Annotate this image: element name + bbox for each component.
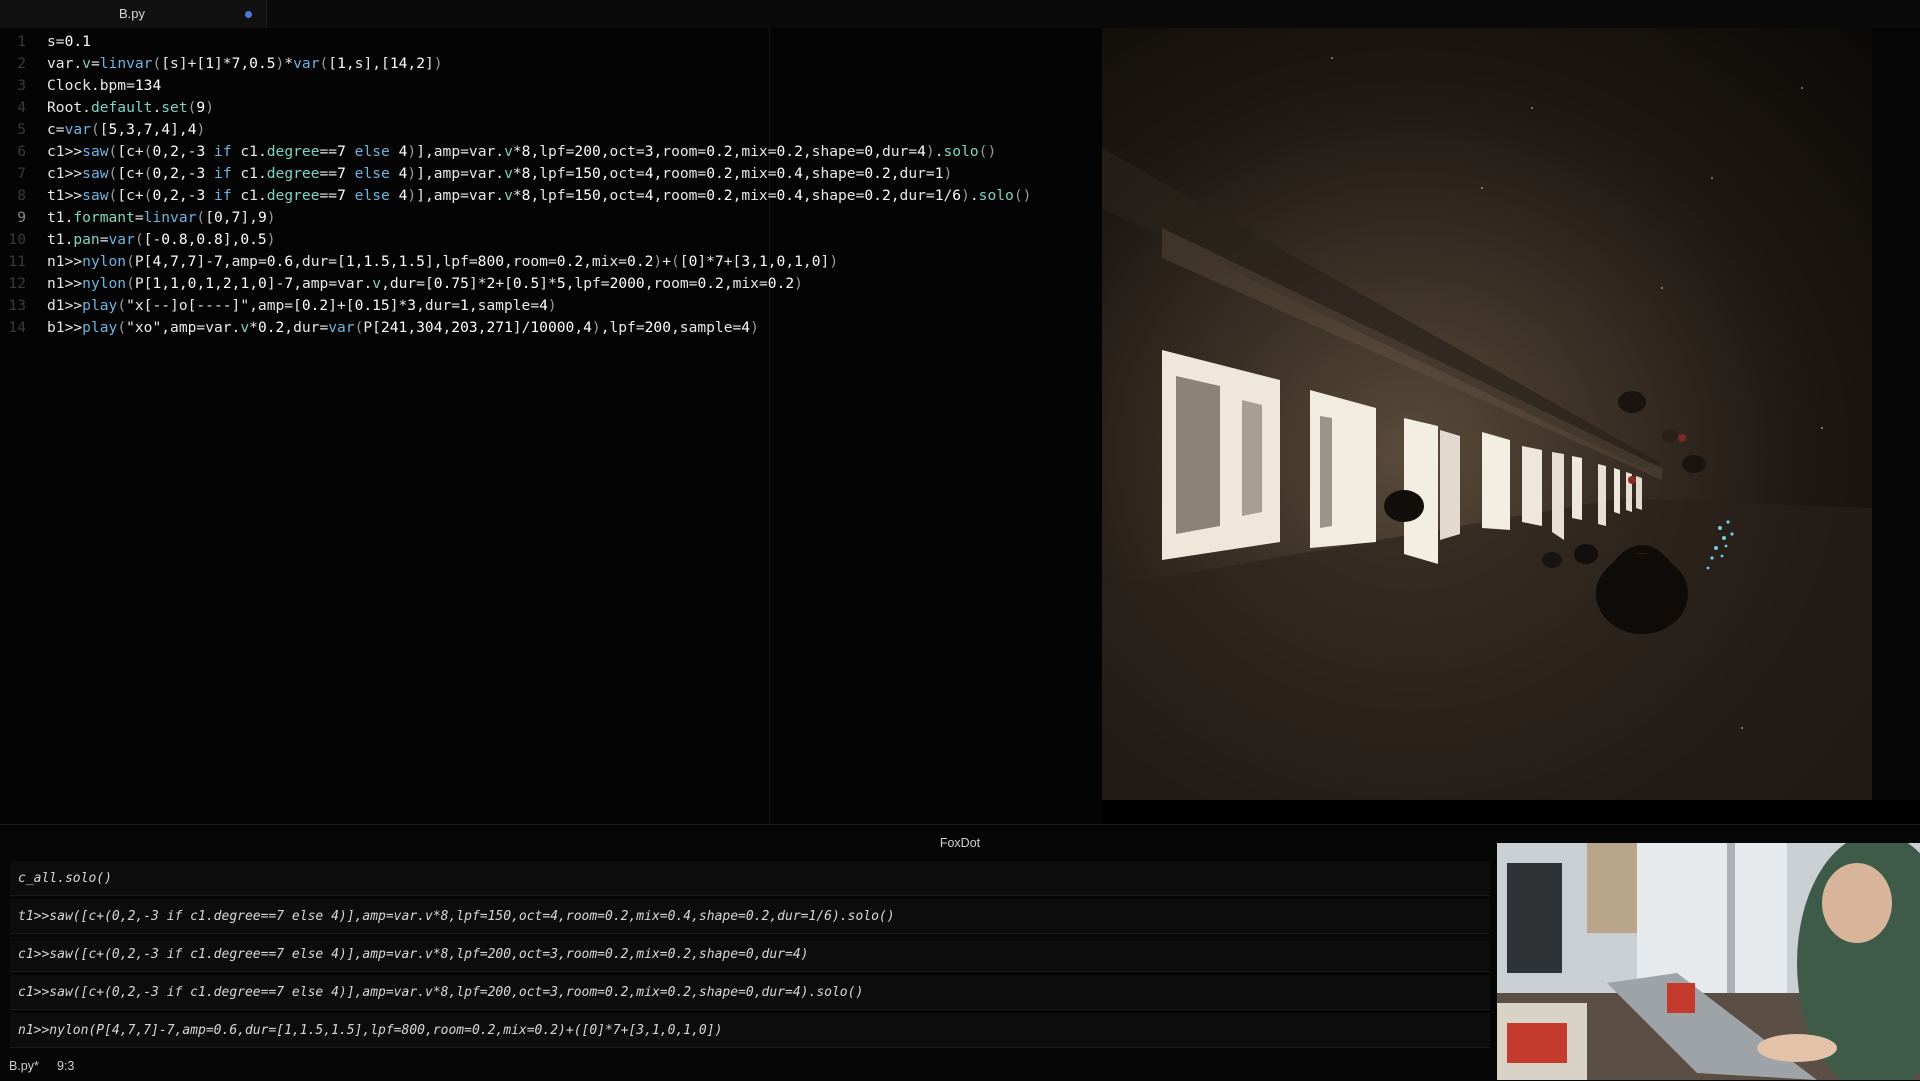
code-text[interactable]: c1>>saw([c+(0,2,-3 if c1.degree==7 else … [47,141,996,163]
line-number: 5 [17,121,26,138]
console-line-text: n1>>nylon(P[4,7,7]-7,amp=0.6,dur=[1,1.5,… [18,1023,723,1038]
code-text[interactable]: n1>>nylon(P[4,7,7]-7,amp=0.6,dur=[1,1.5,… [47,251,838,273]
code-text[interactable]: b1>>play("xo",amp=var.v*0.2,dur=var(P[24… [47,317,759,339]
code-text[interactable]: var.v=linvar([s]+[1]*7,0.5)*var([1,s],[1… [47,53,443,75]
webcam-overlay [1497,843,1920,1080]
code-editor[interactable]: 1 s=0.1 2 var.v=linvar([s]+[1]*7,0.5)*var([… [0,28,1102,824]
line-number: 13 [8,297,26,314]
console-line: c_all.solo() [10,861,1490,896]
code-line[interactable]: 2 var.v=linvar([s]+[1]*7,0.5)*var([1,s],[… [0,53,1100,75]
unsaved-dot-icon [245,11,252,18]
console-line: c1>>saw([c+(0,2,-3 if c1.degree==7 else … [10,937,1490,972]
line-number: 1 [17,33,26,50]
console-line-text: c_all.solo() [18,871,112,886]
console-line-text: c1>>saw([c+(0,2,-3 if c1.degree==7 else … [18,985,864,1000]
code-line[interactable]: 1 s=0.1 [0,31,1100,53]
console-line: t1>>saw([c+(0,2,-3 if c1.degree==7 else … [10,899,1490,934]
code-line[interactable]: 4 Root.default.set(9) [0,97,1100,119]
status-bar: B.py* 9:3 [0,1054,1497,1080]
code-text[interactable]: s=0.1 [47,31,91,53]
line-number: 12 [8,275,26,292]
code-line[interactable]: 5 c=var([5,3,7,4],4) [0,119,1100,141]
line-number: 3 [17,77,26,94]
viewport-margin [1872,28,1920,800]
code-line[interactable]: 9 t1.formant=linvar([0,7],9) [0,207,1100,229]
code-line[interactable]: 13 d1>>play("x[--]o[----]",amp=[0.2]+[0.1… [0,295,1100,317]
line-number: 2 [17,55,26,72]
code-line[interactable]: 12 n1>>nylon(P[1,1,0,1,2,1,0]-7,amp=var.v… [0,273,1100,295]
code-line[interactable]: 6 c1>>saw([c+(0,2,-3 if c1.degree==7 else… [0,141,1100,163]
code-text[interactable]: c=var([5,3,7,4],4) [47,119,205,141]
code-line[interactable]: 11 n1>>nylon(P[4,7,7]-7,amp=0.6,dur=[1,1.… [0,251,1100,273]
console-line: n1>>nylon(P[4,7,7]-7,amp=0.6,dur=[1,1.5,… [10,1013,1490,1048]
visualization-viewport [1102,28,1872,800]
code-line[interactable]: 14 b1>>play("xo",amp=var.v*0.2,dur=var(P[… [0,317,1100,339]
tab-bar: B.py [0,0,1920,28]
line-number: 6 [17,143,26,160]
code-text[interactable]: c1>>saw([c+(0,2,-3 if c1.degree==7 else … [47,163,952,185]
console-line: c1>>saw([c+(0,2,-3 if c1.degree==7 else … [10,975,1490,1010]
line-number: 7 [17,165,26,182]
code-line[interactable]: 8 t1>>saw([c+(0,2,-3 if c1.degree==7 else… [0,185,1100,207]
code-text[interactable]: n1>>nylon(P[1,1,0,1,2,1,0]-7,amp=var.v,d… [47,273,803,295]
code-text[interactable]: d1>>play("x[--]o[----]",amp=[0.2]+[0.15]… [47,295,557,317]
console-line-text: t1>>saw([c+(0,2,-3 if c1.degree==7 else … [18,909,895,924]
status-filename: B.py* [9,1059,39,1073]
code-text[interactable]: Clock.bpm=134 [47,75,161,97]
line-number: 9 [17,209,26,226]
code-text[interactable]: t1.formant=linvar([0,7],9) [47,207,276,229]
corridor-scene [1102,57,1872,800]
code-text[interactable]: Root.default.set(9) [47,97,214,119]
console-line-text: c1>>saw([c+(0,2,-3 if c1.degree==7 else … [18,947,809,962]
line-number: 10 [8,231,26,248]
code-line[interactable]: 3 Clock.bpm=134 [0,75,1100,97]
status-cursor-position: 9:3 [57,1059,75,1073]
code-line[interactable]: 7 c1>>saw([c+(0,2,-3 if c1.degree==7 else… [0,163,1100,185]
tab-label: B.py [119,6,146,21]
line-number: 14 [8,319,26,336]
line-number: 4 [17,99,26,116]
code-text[interactable]: t1.pan=var([-0.8,0.8],0.5) [47,229,276,251]
tab-b-py[interactable]: B.py [0,0,267,28]
line-number: 11 [8,253,26,270]
webcam-feed-image [1497,843,1920,1080]
code-text[interactable]: t1>>saw([c+(0,2,-3 if c1.degree==7 else … [47,185,1031,207]
line-number: 8 [17,187,26,204]
code-line[interactable]: 10 t1.pan=var([-0.8,0.8],0.5) [0,229,1100,251]
